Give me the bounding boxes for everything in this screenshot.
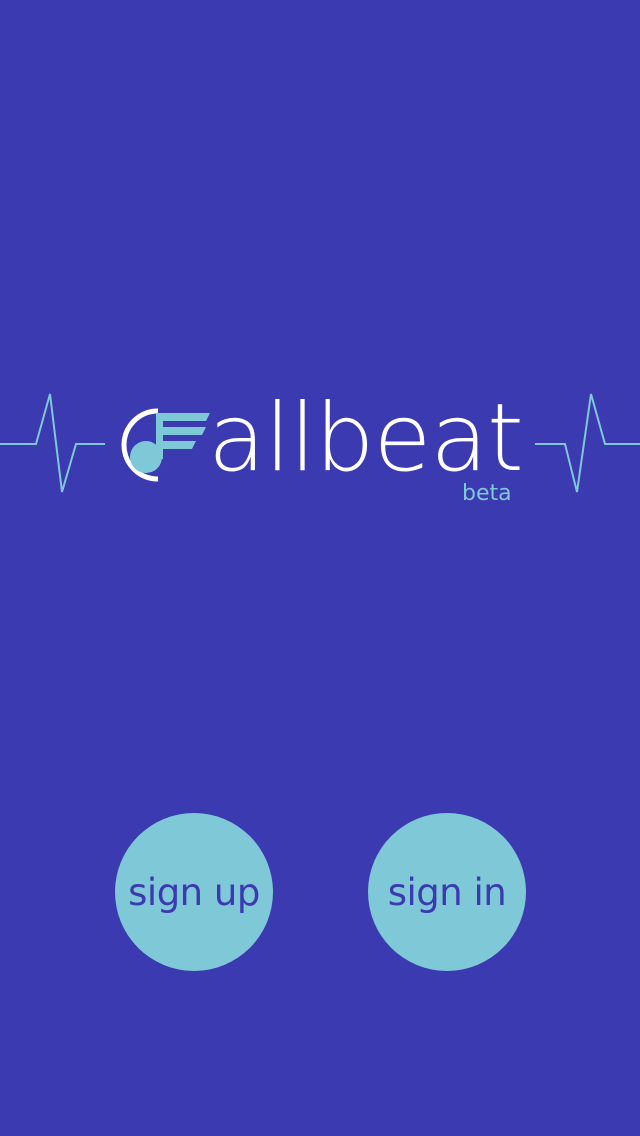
sign-up-button[interactable]: sign up bbox=[115, 813, 273, 971]
app-logo: allbeat beta bbox=[114, 389, 534, 520]
welcome-screen: allbeat beta sign up sign in bbox=[0, 0, 640, 1136]
sign-in-label: sign in bbox=[387, 870, 507, 914]
heartbeat-line-right-icon bbox=[535, 393, 640, 493]
heartbeat-line-left-icon bbox=[0, 393, 105, 493]
music-note-c-icon bbox=[121, 408, 210, 482]
beta-badge: beta bbox=[462, 481, 512, 506]
app-wordmark: allbeat bbox=[208, 384, 524, 493]
sign-up-label: sign up bbox=[128, 870, 260, 914]
sign-in-button[interactable]: sign in bbox=[368, 813, 526, 971]
